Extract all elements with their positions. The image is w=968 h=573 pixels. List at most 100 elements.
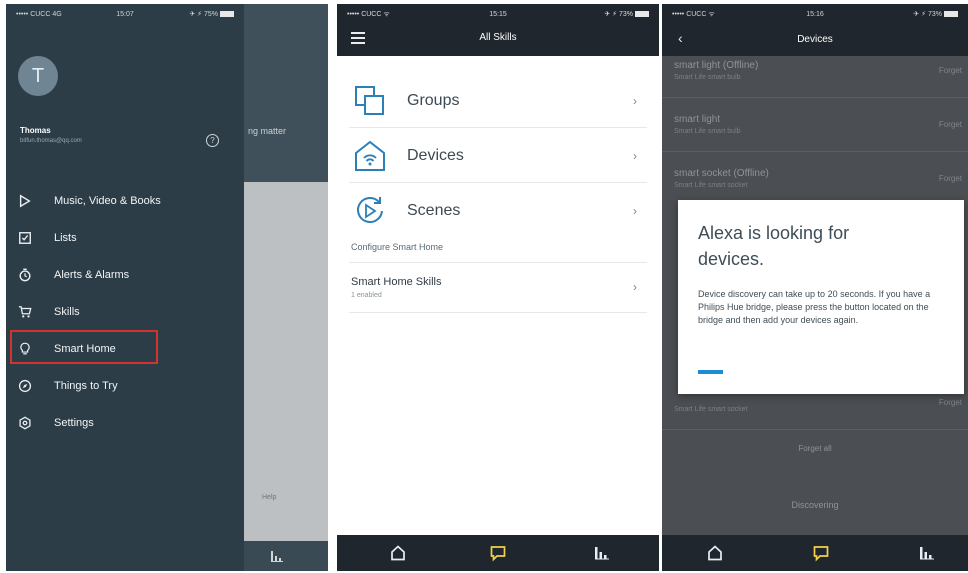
menu-item-skills[interactable]: Skills bbox=[16, 299, 236, 325]
menu-item-label: Lists bbox=[54, 232, 77, 244]
status-right: ✈ ⚡ 73% bbox=[548, 10, 650, 18]
status-right: ✈ ⚡ 73% bbox=[863, 10, 958, 18]
bar-chart-icon[interactable] bbox=[270, 549, 284, 563]
divider bbox=[349, 127, 647, 128]
device-type: Smart Life smart bulb bbox=[674, 74, 741, 81]
bottom-nav-bar bbox=[662, 535, 968, 571]
chat-icon[interactable] bbox=[489, 544, 507, 562]
menu-item-label: Alerts & Alarms bbox=[54, 269, 130, 281]
status-right: ✈ ⚡ 75% bbox=[161, 10, 235, 18]
menu-item-settings[interactable]: Settings bbox=[16, 410, 236, 436]
divider bbox=[662, 429, 968, 430]
divider bbox=[349, 182, 647, 183]
navigation-drawer: ••••• CUCC 4G 15:07 ✈ ⚡ 75% T Thomas bit… bbox=[6, 4, 244, 571]
discover-devices-button[interactable]: Discovering bbox=[662, 500, 968, 510]
forget-link[interactable]: Forget bbox=[939, 66, 962, 75]
devices-icon bbox=[353, 139, 387, 173]
bar-chart-icon[interactable] bbox=[593, 544, 611, 562]
background-bottom-bar bbox=[244, 541, 328, 571]
timer-icon bbox=[16, 266, 34, 284]
cart-icon bbox=[16, 303, 34, 321]
status-bar: ••••• CUCC ᯤ 15:15 ✈ ⚡ 73% bbox=[337, 4, 659, 24]
status-time: 15:07 bbox=[116, 10, 134, 18]
status-carrier: ••••• CUCC ᯤ bbox=[672, 10, 715, 18]
device-name: smart light bbox=[674, 114, 721, 125]
row-label: Groups bbox=[407, 92, 460, 109]
status-carrier: ••••• CUCC 4G bbox=[16, 10, 62, 18]
home-icon[interactable] bbox=[389, 544, 407, 562]
device-name: smart light (Offline) bbox=[674, 60, 759, 71]
divider bbox=[349, 262, 647, 263]
home-icon[interactable] bbox=[706, 544, 724, 562]
divider bbox=[662, 97, 968, 98]
phone-screen-devices: ••••• CUCC ᯤ 15:16 ✈ ⚡ 73% ‹ Devices sma… bbox=[662, 4, 968, 571]
status-battery-text: ✈ ⚡ 75% bbox=[189, 11, 219, 18]
status-time: 15:15 bbox=[489, 10, 507, 18]
menu-item-lists[interactable]: Lists bbox=[16, 225, 236, 251]
page-title: Devices bbox=[797, 34, 833, 45]
bar-chart-icon[interactable] bbox=[918, 544, 936, 562]
menu-item-music-video-books[interactable]: Music, Video & Books bbox=[16, 188, 236, 214]
device-type: Smart Life smart socket bbox=[674, 182, 748, 189]
chevron-right-icon: › bbox=[633, 149, 637, 163]
device-name: smart socket (Offline) bbox=[674, 168, 769, 179]
status-battery-text: ✈ ⚡ 73% bbox=[913, 11, 942, 18]
forget-link[interactable]: Forget bbox=[939, 398, 962, 407]
top-bar: ••••• CUCC ᯤ 15:15 ✈ ⚡ 73% All Skills bbox=[337, 4, 659, 56]
status-time: 15:16 bbox=[806, 10, 824, 18]
row-devices[interactable]: Devices › bbox=[337, 131, 659, 181]
device-row[interactable]: smart socket (Offline) Smart Life smart … bbox=[662, 158, 968, 206]
phone-screen-menu: ng matter Help ••••• CUCC 4G 15:07 ✈ ⚡ 7… bbox=[6, 4, 328, 571]
smart-home-skills-count: 1 enabled bbox=[351, 292, 382, 299]
row-groups[interactable]: Groups › bbox=[337, 76, 659, 126]
device-type: Smart Life smart socket bbox=[674, 406, 748, 413]
avatar[interactable]: T bbox=[18, 56, 58, 96]
bottom-nav-bar bbox=[337, 535, 659, 571]
background-card: Help bbox=[244, 182, 328, 542]
device-row[interactable]: smart light (Offline) Smart Life smart b… bbox=[662, 50, 968, 98]
discovery-dialog: Alexa is looking for devices. Device dis… bbox=[678, 200, 964, 394]
menu-item-label: Music, Video & Books bbox=[54, 195, 161, 207]
chevron-right-icon[interactable]: › bbox=[633, 280, 637, 294]
forget-link[interactable]: Forget bbox=[939, 174, 962, 183]
discovery-progress-bar bbox=[698, 370, 723, 374]
status-bar: ••••• CUCC ᯤ 15:16 ✈ ⚡ 73% bbox=[662, 4, 968, 24]
status-carrier: ••••• CUCC ᯤ bbox=[347, 10, 390, 18]
menu-item-things-to-try[interactable]: Things to Try bbox=[16, 373, 236, 399]
background-text: ng matter bbox=[248, 126, 287, 136]
dialog-title: Alexa is looking for devices. bbox=[698, 223, 850, 269]
checkbox-icon bbox=[16, 229, 34, 247]
forget-link[interactable]: Forget bbox=[939, 120, 962, 129]
divider bbox=[662, 151, 968, 152]
chevron-right-icon: › bbox=[633, 94, 637, 108]
forget-all-link[interactable]: Forget all bbox=[662, 444, 968, 453]
user-email: bitfun.thomas@qq.com bbox=[20, 138, 82, 144]
section-header-configure: Configure Smart Home bbox=[351, 242, 444, 252]
smart-home-skills-label[interactable]: Smart Home Skills bbox=[351, 276, 441, 288]
top-bar: ••••• CUCC ᯤ 15:16 ✈ ⚡ 73% ‹ Devices bbox=[662, 4, 968, 56]
background-content: ng matter Help bbox=[244, 4, 328, 571]
groups-icon bbox=[353, 84, 387, 118]
status-battery-text: ✈ ⚡ 73% bbox=[604, 11, 634, 18]
row-label: Devices bbox=[407, 147, 464, 164]
help-icon[interactable]: ? bbox=[206, 134, 219, 147]
chat-icon[interactable] bbox=[812, 544, 830, 562]
smart-home-highlight-box bbox=[10, 330, 158, 364]
device-type: Smart Life smart bulb bbox=[674, 128, 741, 135]
menu-item-alerts-alarms[interactable]: Alerts & Alarms bbox=[16, 262, 236, 288]
row-label: Scenes bbox=[407, 202, 461, 219]
device-row[interactable]: smart light Smart Life smart bulb Forget bbox=[662, 104, 968, 152]
menu-item-label: Skills bbox=[54, 306, 80, 318]
phone-screen-all-skills: ••••• CUCC ᯤ 15:15 ✈ ⚡ 73% All Skills Gr… bbox=[337, 4, 659, 571]
divider bbox=[349, 312, 647, 313]
menu-item-label: Things to Try bbox=[54, 380, 118, 392]
play-icon bbox=[16, 192, 34, 210]
menu-item-label: Settings bbox=[54, 417, 94, 429]
battery-icon bbox=[635, 11, 650, 18]
scenes-icon bbox=[353, 194, 387, 228]
gear-icon bbox=[16, 414, 34, 432]
battery-icon bbox=[943, 11, 958, 18]
compass-icon bbox=[16, 377, 34, 395]
status-bar: ••••• CUCC 4G 15:07 ✈ ⚡ 75% bbox=[6, 4, 244, 24]
row-scenes[interactable]: Scenes › bbox=[337, 186, 659, 236]
